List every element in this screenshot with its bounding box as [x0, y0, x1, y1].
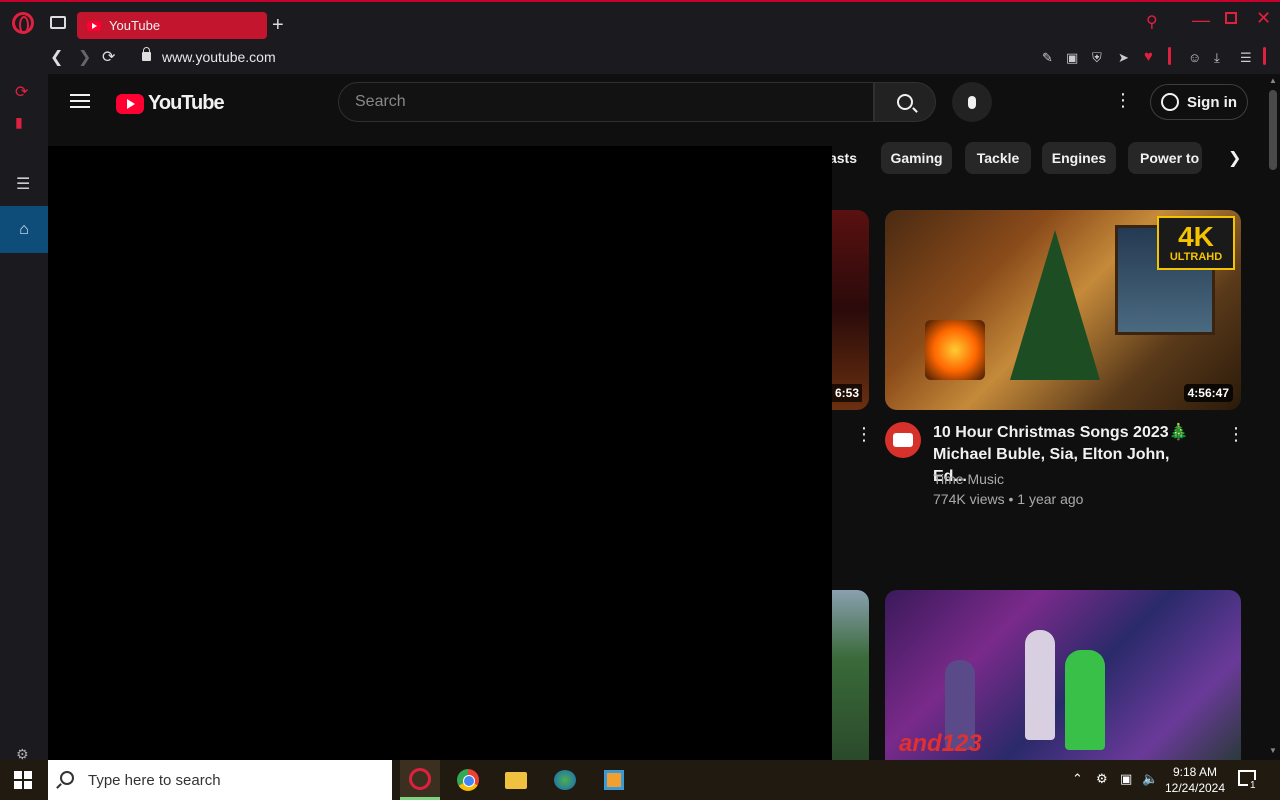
profile-icon[interactable]: ☺ [1188, 50, 1201, 65]
search-icon [897, 94, 913, 110]
youtube-header: YouTube Search ⋮ Sign in [48, 74, 1266, 130]
tab-switcher-icon[interactable] [50, 16, 66, 29]
toolbar-edge [1263, 47, 1266, 65]
edit-icon[interactable]: ✎ [1042, 50, 1053, 66]
volume-muted-icon[interactable]: 🔈 [1142, 771, 1158, 787]
shield-icon[interactable]: ⛨ [1092, 50, 1102, 66]
blank-overlay-panel [48, 146, 832, 760]
video-channel-name[interactable]: Time Music [933, 471, 1004, 487]
video-thumbnail[interactable]: 4K ULTRAHD 4:56:47 [885, 210, 1241, 410]
taskbar-opera-icon[interactable] [400, 760, 440, 800]
voice-search-button[interactable] [952, 82, 992, 122]
thumbnail-fireplace-art [925, 320, 985, 380]
video-duration-partial: 6:53 [832, 384, 863, 402]
taskbar-app-icon[interactable] [545, 760, 585, 800]
chip-gaming[interactable]: Gaming [881, 142, 952, 174]
youtube-play-icon [116, 93, 144, 114]
chip-engines[interactable]: Engines [1042, 142, 1116, 174]
4k-badge: 4K ULTRAHD [1157, 216, 1235, 270]
browser-titlebar: YouTube + ⚲ — ✕ [0, 0, 1280, 44]
youtube-favicon-icon [87, 20, 101, 31]
sign-in-button[interactable]: Sign in [1150, 84, 1248, 120]
heart-icon[interactable]: ♥ [1144, 48, 1153, 65]
taskbar-file-explorer-icon[interactable] [496, 760, 536, 800]
address-bar: ❮ ❯ ⟳ www.youtube.com ✎ ▣ ⛨ ➤ ♥ ☺ ⤓ ☰ [0, 44, 1280, 74]
more-options-icon[interactable]: ⋮ [1114, 90, 1132, 111]
chip-tackle[interactable]: Tackle [965, 142, 1031, 174]
video-menu-icon[interactable]: ⋮ [855, 424, 873, 445]
chevron-right-icon[interactable]: ❯ [1228, 148, 1241, 168]
search-icon [60, 771, 74, 785]
network-icon[interactable]: ▣ [1120, 771, 1132, 787]
maximize-button[interactable] [1225, 12, 1237, 24]
home-icon[interactable]: ⌂ [0, 206, 48, 253]
sidebar-menu-icon[interactable]: ☰ [16, 174, 30, 194]
guide-menu-icon[interactable] [70, 94, 90, 108]
clock-time: 9:18 AM [1172, 765, 1218, 779]
thumbnail-dancer-art [1065, 650, 1105, 750]
badge-main-text: 4K [1178, 221, 1214, 252]
thumbnail-tree-art [1010, 230, 1100, 380]
taskbar-chrome-icon[interactable] [448, 760, 488, 800]
video-thumbnail-2[interactable]: and123 [885, 590, 1241, 760]
windows-start-button[interactable] [14, 771, 32, 789]
video-duration: 4:56:47 [1183, 384, 1233, 402]
toolbar-divider [1168, 47, 1171, 65]
scroll-up-icon[interactable]: ▲ [1269, 76, 1277, 85]
windows-taskbar: Type here to search ⌃ ⚙ ▣ 🔈 9:18 AM 12/2… [0, 760, 1280, 800]
forward-button[interactable]: ❯ [78, 47, 91, 67]
thumbnail-overlay-text: and123 [899, 730, 982, 757]
easy-setup-icon[interactable]: ☰ [1240, 50, 1252, 66]
badge-sub-text: ULTRAHD [1169, 251, 1223, 263]
scroll-thumb[interactable] [1269, 90, 1277, 170]
youtube-wordmark: YouTube [148, 92, 225, 114]
video-thumbnail-partial[interactable] [832, 210, 869, 410]
channel-avatar[interactable] [885, 422, 921, 458]
reload-button[interactable]: ⟳ [102, 47, 115, 67]
tab-title: YouTube [109, 18, 161, 33]
video-metadata: 774K views • 1 year ago [933, 491, 1084, 507]
tray-app-icon[interactable]: ⚙ [1096, 771, 1108, 787]
opera-logo-icon[interactable] [12, 12, 34, 34]
thumbnail-dancer-art [1025, 630, 1055, 740]
workspace-icon[interactable]: ▮ [15, 114, 23, 131]
tray-chevron-up-icon[interactable]: ⌃ [1072, 771, 1083, 787]
microphone-icon [968, 95, 976, 109]
lock-icon[interactable] [142, 47, 151, 61]
send-icon[interactable]: ➤ [1118, 50, 1129, 66]
taskbar-search-input[interactable]: Type here to search [48, 760, 392, 800]
tab-search-icon[interactable]: ⚲ [1146, 12, 1158, 32]
channel-logo-icon [893, 433, 913, 447]
video-menu-icon[interactable]: ⋮ [1227, 424, 1245, 445]
chip-power-tools[interactable]: Power to [1128, 142, 1202, 174]
clock-date: 12/24/2024 [1164, 781, 1226, 795]
camera-icon[interactable]: ▣ [1066, 50, 1078, 66]
taskbar-clock[interactable]: 9:18 AM 12/24/2024 [1160, 764, 1230, 796]
new-tab-button[interactable]: + [272, 14, 284, 37]
taskbar-app-icon-2[interactable] [594, 760, 634, 800]
youtube-logo[interactable]: YouTube [116, 92, 225, 115]
tab-youtube[interactable]: YouTube [77, 12, 267, 39]
minimize-button[interactable]: — [1192, 10, 1210, 31]
url-field[interactable]: www.youtube.com [162, 49, 276, 65]
close-window-button[interactable]: ✕ [1256, 8, 1271, 29]
page-scrollbar[interactable]: ▲ ▼ [1266, 74, 1280, 760]
aria-icon[interactable]: ⟳ [15, 82, 28, 102]
search-input[interactable]: Search [338, 82, 874, 122]
notification-count: 1 [1248, 780, 1258, 791]
back-button[interactable]: ❮ [50, 47, 63, 67]
search-button[interactable] [874, 82, 936, 122]
account-icon [1161, 93, 1179, 111]
scroll-down-icon[interactable]: ▼ [1269, 746, 1277, 755]
video-thumbnail-partial-2[interactable] [832, 590, 869, 760]
sign-in-label: Sign in [1187, 93, 1237, 111]
opera-sidebar: ⟳ ▮ ☰ ⌂ ⚙ [0, 74, 48, 762]
download-icon[interactable]: ⤓ [1214, 50, 1220, 66]
